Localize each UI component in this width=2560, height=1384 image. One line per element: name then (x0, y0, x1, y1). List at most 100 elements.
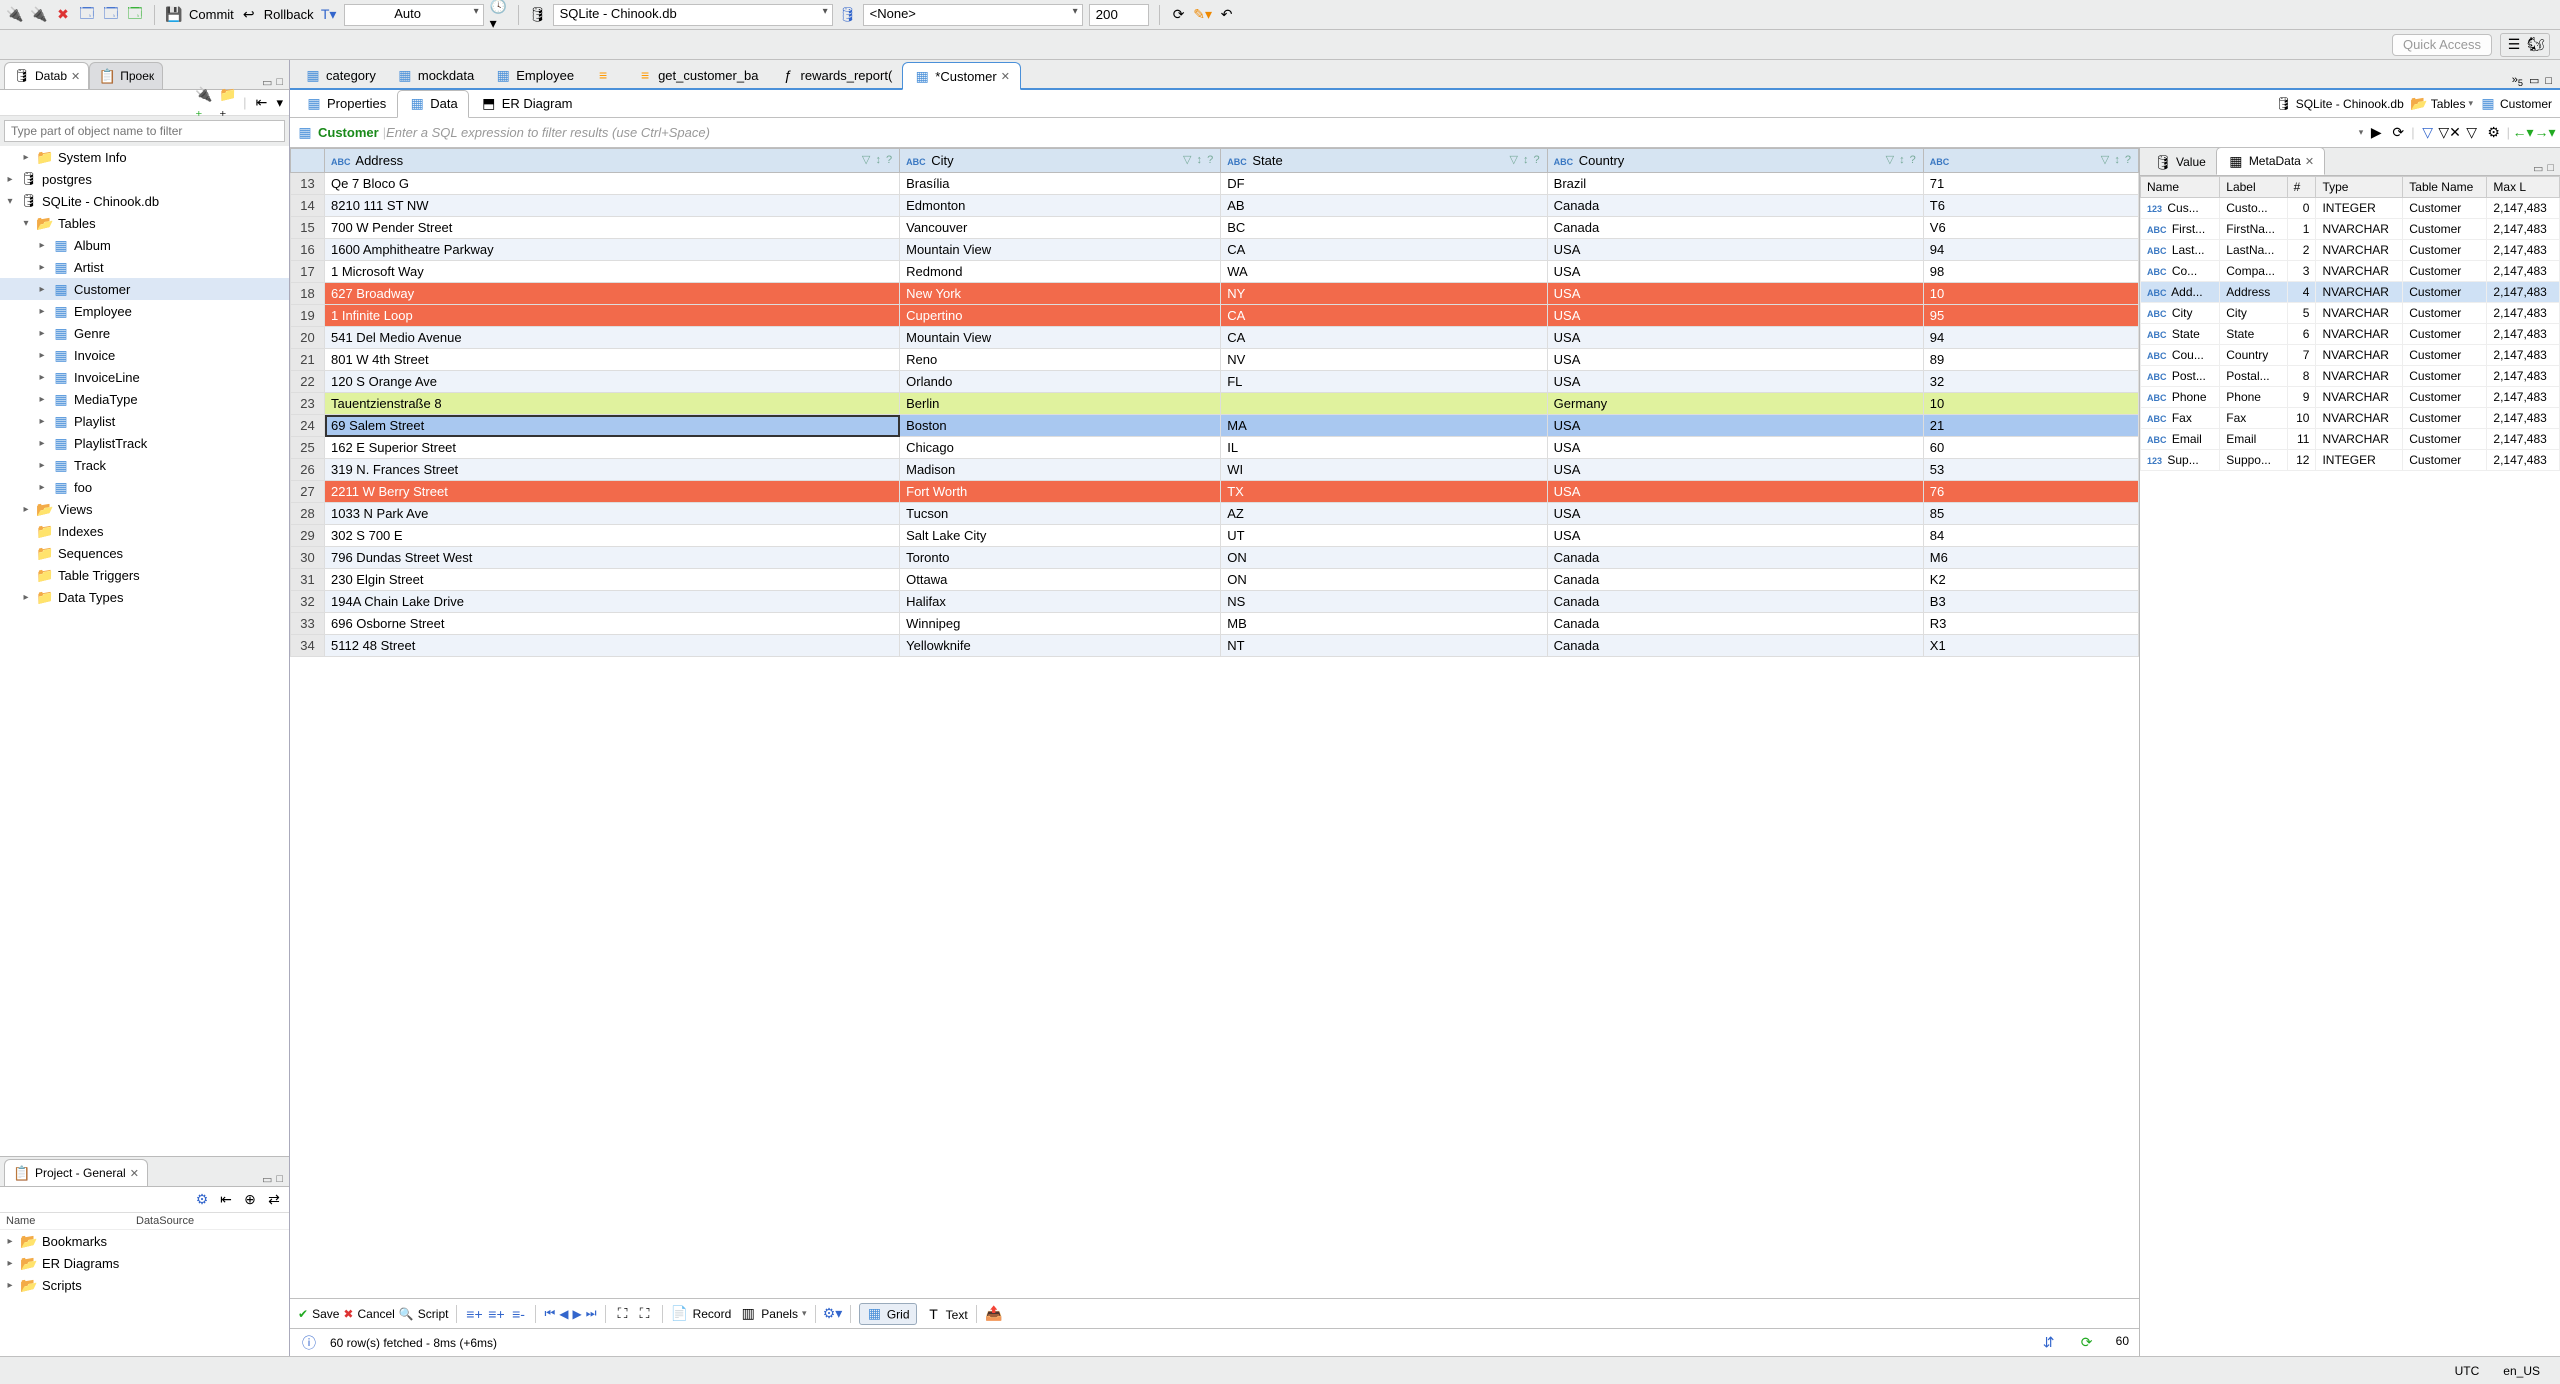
edit-copy-icon[interactable]: ≡+ (487, 1305, 505, 1323)
nav-first-icon[interactable]: ⏮ (544, 1306, 555, 1321)
zoom-reset-icon[interactable]: ⛶ (636, 1305, 654, 1323)
minimize-icon[interactable]: ▭ (2533, 162, 2543, 175)
schema-dropdown[interactable]: <None> (863, 4, 1083, 26)
metadata-table[interactable]: NameLabel#TypeTable NameMax L 123 Cus...… (2140, 176, 2560, 1356)
meta-row[interactable]: ABC Cou...Country7NVARCHARCustomer2,147,… (2141, 345, 2560, 366)
filter-apply-icon[interactable]: ▶ (2367, 124, 2385, 142)
meta-row[interactable]: ABC PhonePhone9NVARCHARCustomer2,147,483 (2141, 387, 2560, 408)
data-row[interactable]: 32194A Chain Lake DriveHalifaxNSCanadaB3 (291, 591, 2139, 613)
minimize-icon[interactable]: ▭ (262, 1173, 272, 1186)
data-row[interactable]: 13Qe 7 Bloco GBrasíliaDFBrazil71 (291, 173, 2139, 195)
tree-item-views[interactable]: ▸Views (0, 498, 289, 520)
tree-item-data-types[interactable]: ▸Data Types (0, 586, 289, 608)
nav-fwd-icon[interactable]: →▾ (2536, 124, 2554, 142)
tree-item-customer[interactable]: ▸Customer (0, 278, 289, 300)
edit-delete-icon[interactable]: ≡- (509, 1305, 527, 1323)
project-add-icon[interactable]: ⊕ (241, 1191, 259, 1209)
meta-col-label[interactable]: Label (2220, 177, 2287, 198)
nav-prev-icon[interactable]: ◀ (559, 1307, 568, 1321)
data-row[interactable]: 22120 S Orange AveOrlandoFLUSA32 (291, 371, 2139, 393)
sql-open-icon[interactable]: 🗔 (102, 6, 120, 24)
tree-item-playlisttrack[interactable]: ▸PlaylistTrack (0, 432, 289, 454)
data-row[interactable]: 171 Microsoft WayRedmondWAUSA98 (291, 261, 2139, 283)
data-row[interactable]: 148210 111 ST NWEdmontonABCanadaT6 (291, 195, 2139, 217)
tab-project-general[interactable]: 📋 Project - General ✕ (4, 1159, 148, 1186)
save-icon[interactable]: ✔ (298, 1307, 308, 1321)
data-row[interactable]: 191 Infinite LoopCupertinoCAUSA95 (291, 305, 2139, 327)
minimize-icon[interactable]: ▭ (262, 76, 272, 89)
breadcrumb-db[interactable]: SQLite - Chinook.db (2275, 95, 2404, 113)
editor-tab-employee[interactable]: Employee (484, 62, 584, 88)
rows-icon[interactable]: ⇵ (2040, 1334, 2058, 1352)
tree-item-invoice[interactable]: ▸Invoice (0, 344, 289, 366)
commit-button[interactable]: Commit (189, 7, 234, 22)
meta-col-max-l[interactable]: Max L (2487, 177, 2560, 198)
refresh-icon[interactable]: ⟳ (1170, 6, 1188, 24)
nav-back-icon[interactable]: ←▾ (2514, 124, 2532, 142)
tree-item-playlist[interactable]: ▸Playlist (0, 410, 289, 432)
meta-row[interactable]: ABC StateState6NVARCHARCustomer2,147,483 (2141, 324, 2560, 345)
column-header-address[interactable]: ABC Address▽ ↕ ? (325, 149, 900, 173)
perspective-open-icon[interactable]: ☰ (2505, 36, 2523, 54)
meta-col-type[interactable]: Type (2316, 177, 2403, 198)
data-row[interactable]: 20541 Del Medio AvenueMountain ViewCAUSA… (291, 327, 2139, 349)
tx-mode-dropdown[interactable]: Auto (344, 4, 484, 26)
filter-config-icon[interactable]: ⚙ (2485, 124, 2503, 142)
navigator-filter-input[interactable] (4, 120, 285, 142)
meta-row[interactable]: ABC Post...Postal...8NVARCHARCustomer2,1… (2141, 366, 2560, 387)
tree-item-employee[interactable]: ▸Employee (0, 300, 289, 322)
script-button[interactable]: Script (418, 1307, 449, 1321)
export-icon[interactable]: 📤 (985, 1305, 1003, 1323)
stop-icon[interactable]: ✎▾ (1194, 6, 1212, 24)
editor-tab--sqlite-chino[interactable] (584, 62, 626, 88)
tree-item-artist[interactable]: ▸Artist (0, 256, 289, 278)
panels-button[interactable]: Panels (761, 1307, 798, 1321)
column-header-city[interactable]: ABC City▽ ↕ ? (900, 149, 1221, 173)
save-button[interactable]: Save (312, 1307, 339, 1321)
cancel-button[interactable]: Cancel (357, 1307, 394, 1321)
project-item-er-diagrams[interactable]: ▸ER Diagrams (0, 1252, 289, 1274)
tree-item-track[interactable]: ▸Track (0, 454, 289, 476)
meta-row[interactable]: ABC First...FirstNa...1NVARCHARCustomer2… (2141, 219, 2560, 240)
view-grid-button[interactable]: Grid (859, 1303, 917, 1325)
tree-collapse-icon[interactable]: ⇤ (252, 94, 270, 112)
tree-item-postgres[interactable]: ▸postgres (0, 168, 289, 190)
tree-item-foo[interactable]: ▸foo (0, 476, 289, 498)
tab-metadata[interactable]: ▦MetaData ✕ (2216, 148, 2325, 175)
undo-icon[interactable]: ↶ (1218, 6, 1236, 24)
breadcrumb-table[interactable]: Customer (2479, 95, 2552, 113)
filter-funnel-icon[interactable]: ▽ (2419, 124, 2437, 142)
column-header-state[interactable]: ABC State▽ ↕ ? (1221, 149, 1547, 173)
tree-item-system-info[interactable]: ▸System Info (0, 146, 289, 168)
tree-menu-icon[interactable]: ▾ (276, 95, 283, 111)
script-icon[interactable]: 🔍 (399, 1307, 414, 1321)
maximize-icon[interactable]: □ (276, 1173, 283, 1186)
data-row[interactable]: 26319 N. Frances StreetMadisonWIUSA53 (291, 459, 2139, 481)
editor-tab-get_customer_ba[interactable]: get_customer_ba (626, 62, 768, 88)
filter-refresh-icon[interactable]: ⟳ (2389, 124, 2407, 142)
record-icon[interactable]: 📄 (671, 1305, 689, 1323)
data-row[interactable]: 272211 W Berry StreetFort WorthTXUSA76 (291, 481, 2139, 503)
cancel-icon[interactable]: ✖ (343, 1307, 353, 1321)
sql-new-icon[interactable]: 🗔 (126, 6, 144, 24)
tree-item-sqlite-chinook-db[interactable]: ▾SQLite - Chinook.db (0, 190, 289, 212)
data-row[interactable]: 30796 Dundas Street WestTorontoONCanadaM… (291, 547, 2139, 569)
data-row[interactable]: 33696 Osborne StreetWinnipegMBCanadaR3 (291, 613, 2139, 635)
database-navigator-tree[interactable]: ▸System Info▸postgres▾SQLite - Chinook.d… (0, 146, 289, 1156)
maximize-icon[interactable]: □ (2545, 75, 2552, 87)
data-row[interactable]: 25162 E Superior StreetChicagoILUSA60 (291, 437, 2139, 459)
project-tree[interactable]: ▸Bookmarks▸ER Diagrams▸Scripts (0, 1230, 289, 1356)
data-row[interactable]: 21801 W 4th StreetRenoNVUSA89 (291, 349, 2139, 371)
maximize-icon[interactable]: □ (2547, 162, 2554, 175)
filter-clear-icon[interactable]: ▽✕ (2441, 124, 2459, 142)
connect-add-icon[interactable]: 🔌 (30, 6, 48, 24)
zoom-fit-icon[interactable]: ⛶ (614, 1305, 632, 1323)
editor-tab-mockdata[interactable]: mockdata (386, 62, 484, 88)
tree-item-sequences[interactable]: Sequences (0, 542, 289, 564)
filter-save-icon[interactable]: ▽ (2463, 124, 2481, 142)
data-row[interactable]: 23Tauentzienstraße 8BerlinGermany10 (291, 393, 2139, 415)
maximize-icon[interactable]: □ (276, 76, 283, 89)
refresh-count-icon[interactable]: ⟳ (2078, 1334, 2096, 1352)
tx-mode-icon[interactable]: T▾ (320, 6, 338, 24)
filter-expression-input[interactable]: Enter a SQL expression to filter results… (386, 125, 2359, 140)
